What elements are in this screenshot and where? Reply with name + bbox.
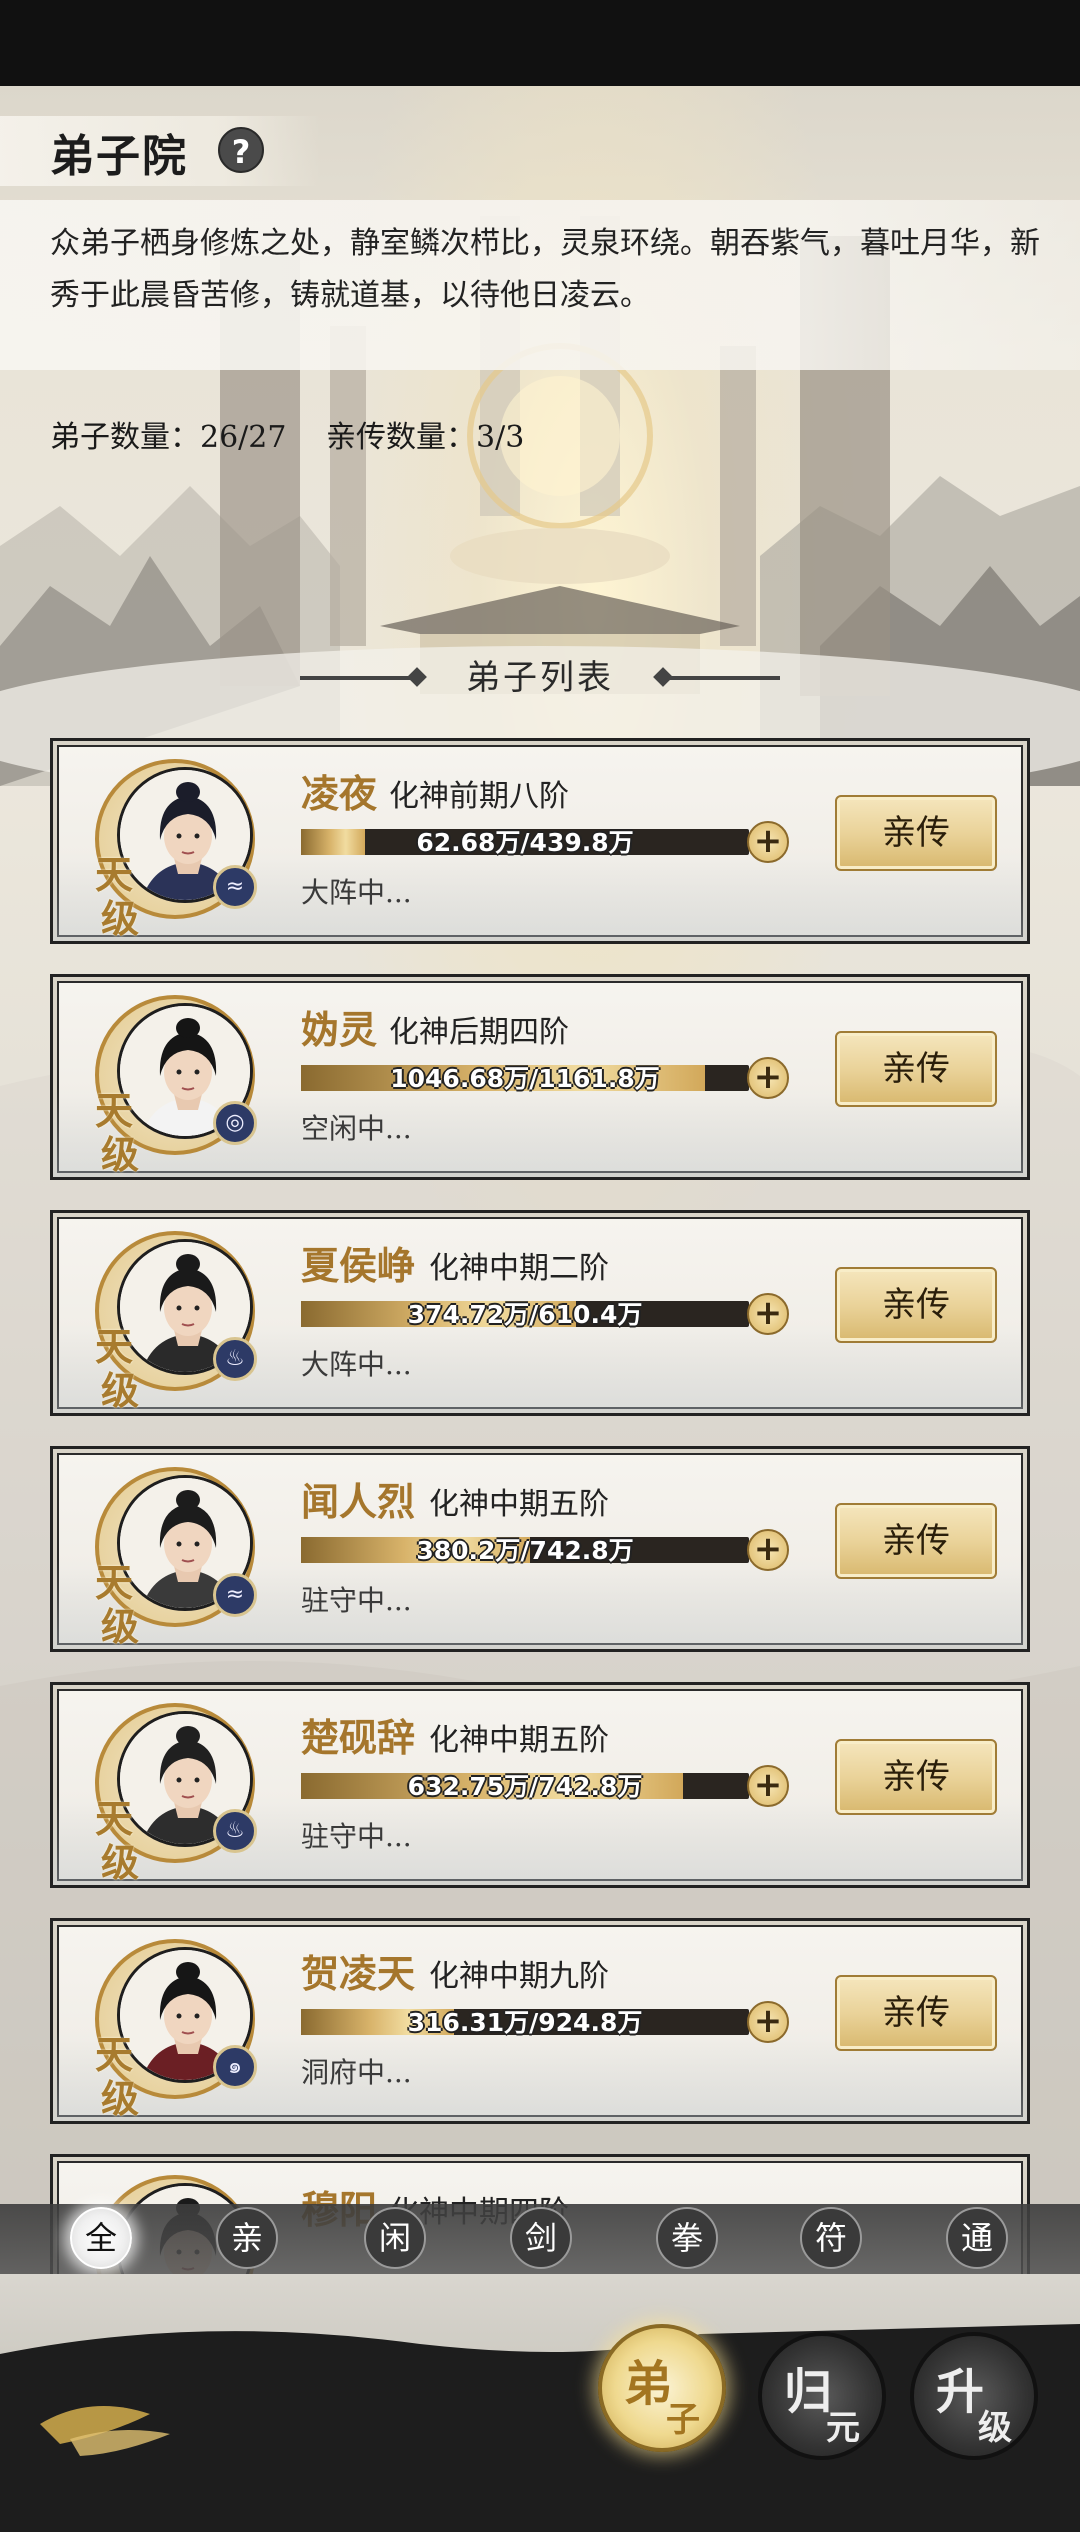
water-icon: ≈ — [213, 1573, 257, 1617]
make-inner-disciple-button[interactable]: 亲传 — [835, 1503, 997, 1579]
disciple-realm: 化神中期九阶 — [429, 1959, 609, 1994]
grade-char-1: 天 — [95, 1560, 134, 1605]
progress-label: 380.2万/742.8万 — [416, 1536, 634, 1565]
fire-spiral-icon: ๑ — [213, 2045, 257, 2089]
disciple-card[interactable]: 天 级 ≈ 凌夜 化神前期八阶 62.68万/439.8万 + 大阵中... 亲… — [50, 738, 1030, 944]
disciple-realm: 化神中期五阶 — [429, 1487, 609, 1522]
nav-upgrade-big: 升 — [936, 2364, 985, 2420]
grade-char-1: 天 — [95, 1324, 134, 1369]
nav-guiyuan-big: 归 — [784, 2364, 833, 2420]
grade-char-2: 级 — [101, 1368, 140, 1413]
make-inner-disciple-button[interactable]: 亲传 — [835, 1739, 997, 1815]
filter-button[interactable]: 通 — [946, 2207, 1008, 2269]
filter-button[interactable]: 闲 — [364, 2207, 426, 2269]
make-inner-disciple-button[interactable]: 亲传 — [835, 1031, 997, 1107]
disciple-name: 楚砚辞 — [301, 1715, 416, 1760]
top-status-strip — [0, 0, 1080, 86]
disciple-realm: 化神中期五阶 — [429, 1723, 609, 1758]
description-text: 众弟子栖身修炼之处，静室鳞次栉比，灵泉环绕。朝吞紫气，暮吐月华，新秀于此晨昏苦修… — [50, 226, 1040, 313]
grade-char-2: 级 — [101, 896, 140, 941]
cultivation-progress-bar: 1046.68万/1161.8万 — [301, 1064, 749, 1093]
nav-disciple-small: 子 — [666, 2400, 700, 2440]
nav-guiyuan-small: 元 — [826, 2408, 860, 2448]
ornament-diamond-left — [407, 667, 427, 687]
grade-char-2: 级 — [101, 1132, 140, 1177]
disciple-card[interactable]: 天 级 ♨ 夏侯峥 化神中期二阶 374.72万/610.4万 + 大阵中...… — [50, 1210, 1030, 1416]
filter-button[interactable]: 符 — [800, 2207, 862, 2269]
nav-upgrade-small: 级 — [978, 2408, 1012, 2448]
counts-row: 弟子数量：26/27 亲传数量：3/3 — [50, 412, 554, 456]
ornament-right — [670, 676, 780, 680]
disciple-realm: 化神中期二阶 — [429, 1251, 609, 1286]
inner-disciple-count: 亲传数量：3/3 — [326, 420, 525, 455]
progress-label: 632.75万/742.8万 — [407, 1772, 643, 1801]
progress-label: 316.31万/924.8万 — [407, 2008, 643, 2037]
grade-char-1: 天 — [95, 852, 134, 897]
progress-label: 62.68万/439.8万 — [416, 828, 634, 857]
nav-disciple-button[interactable]: 弟 子 — [598, 2324, 726, 2452]
grade-char-1: 天 — [95, 2032, 134, 2077]
filter-button[interactable]: 亲 — [216, 2207, 278, 2269]
add-cultivation-button[interactable]: + — [747, 1293, 789, 1335]
flame-icon: ♨ — [213, 1337, 257, 1381]
swirl-icon: ◎ — [213, 1101, 257, 1145]
add-cultivation-button[interactable]: + — [747, 2001, 789, 2043]
filter-button[interactable]: 全 — [70, 2207, 132, 2269]
disciple-realm: 化神前期八阶 — [389, 779, 569, 814]
add-cultivation-button[interactable]: + — [747, 1529, 789, 1571]
disciple-status: 驻守中... — [301, 1820, 412, 1853]
disciple-status: 大阵中... — [301, 876, 412, 909]
cultivation-progress-bar: 380.2万/742.8万 — [301, 1536, 749, 1565]
add-cultivation-button[interactable]: + — [747, 1057, 789, 1099]
cultivation-progress-bar: 374.72万/610.4万 — [301, 1300, 749, 1329]
nav-upgrade-button[interactable]: 升 级 — [910, 2332, 1038, 2460]
cultivation-progress-bar: 316.31万/924.8万 — [301, 2008, 749, 2037]
cultivation-progress-bar: 62.68万/439.8万 — [301, 828, 749, 857]
description-panel: 众弟子栖身修炼之处，静室鳞次栉比，灵泉环绕。朝吞紫气，暮吐月华，新秀于此晨昏苦修… — [0, 200, 1080, 370]
disciple-name: 妫灵 — [301, 1007, 378, 1052]
flame-icon: ♨ — [213, 1809, 257, 1853]
make-inner-disciple-button[interactable]: 亲传 — [835, 1267, 997, 1343]
ornament-left — [300, 676, 410, 680]
nav-guiyuan-button[interactable]: 归 元 — [758, 2332, 886, 2460]
add-cultivation-button[interactable]: + — [747, 821, 789, 863]
filter-button[interactable]: 剑 — [510, 2207, 572, 2269]
disciple-name: 夏侯峥 — [301, 1243, 416, 1288]
grade-char-1: 天 — [95, 1796, 134, 1841]
nav-disciple-big: 弟 — [624, 2356, 673, 2412]
make-inner-disciple-button[interactable]: 亲传 — [835, 795, 997, 871]
disciple-status: 洞府中... — [301, 2056, 412, 2089]
grade-char-2: 级 — [101, 1840, 140, 1885]
disciple-card[interactable]: 天 级 ◎ 妫灵 化神后期四阶 1046.68万/1161.8万 + 空闲中..… — [50, 974, 1030, 1180]
list-title: 弟子列表 — [300, 650, 780, 706]
water-icon: ≈ — [213, 865, 257, 909]
page-title: 弟子院 — [50, 131, 188, 182]
disciple-card[interactable]: 天 级 ♨ 楚砚辞 化神中期五阶 632.75万/742.8万 + 驻守中...… — [50, 1682, 1030, 1888]
disciple-name: 贺凌天 — [301, 1951, 416, 1996]
filter-button[interactable]: 拳 — [656, 2207, 718, 2269]
disciple-card[interactable]: 天 级 ๑ 贺凌天 化神中期九阶 316.31万/924.8万 + 洞府中...… — [50, 1918, 1030, 2124]
disciple-status: 驻守中... — [301, 1584, 412, 1617]
disciple-name: 闻人烈 — [301, 1479, 416, 1524]
disciple-status: 大阵中... — [301, 1348, 412, 1381]
grade-char-2: 级 — [101, 1604, 140, 1649]
add-cultivation-button[interactable]: + — [747, 1765, 789, 1807]
disciple-count: 弟子数量：26/27 — [50, 420, 287, 455]
list-title-text: 弟子列表 — [466, 658, 614, 698]
progress-label: 374.72万/610.4万 — [407, 1300, 643, 1329]
question-icon[interactable]: ? — [218, 127, 264, 173]
grade-char-1: 天 — [95, 1088, 134, 1133]
disciple-name: 凌夜 — [301, 771, 378, 816]
disciple-status: 空闲中... — [301, 1112, 412, 1145]
grade-char-2: 级 — [101, 2076, 140, 2121]
progress-label: 1046.68万/1161.8万 — [390, 1064, 660, 1093]
make-inner-disciple-button[interactable]: 亲传 — [835, 1975, 997, 2051]
cultivation-progress-bar: 632.75万/742.8万 — [301, 1772, 749, 1801]
disciple-realm: 化神后期四阶 — [389, 1015, 569, 1050]
disciple-card[interactable]: 天 级 ≈ 闻人烈 化神中期五阶 380.2万/742.8万 + 驻守中... … — [50, 1446, 1030, 1652]
